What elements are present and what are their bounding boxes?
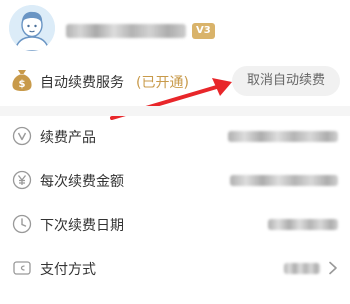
renewal-product-value-blurred — [228, 131, 338, 142]
avatar-icon — [9, 5, 55, 51]
next-renewal-date-label: 下次续费日期 — [40, 218, 124, 234]
renewal-amount-label: 每次续费金额 — [40, 174, 124, 190]
next-renewal-date-value-blurred — [268, 219, 338, 230]
cancel-auto-renewal-button[interactable]: 取消自动续费 — [232, 66, 340, 96]
payment-method-row[interactable]: 支付方式 — [0, 248, 350, 288]
renewal-amount-value-blurred — [230, 175, 338, 186]
chevron-right-icon[interactable] — [328, 261, 338, 275]
renewal-amount-row: 每次续费金额 — [0, 160, 350, 200]
payment-method-label: 支付方式 — [40, 262, 96, 278]
account-header: V3 — [0, 0, 350, 62]
renewal-product-label: 续费产品 — [40, 130, 96, 146]
clock-icon — [12, 214, 32, 234]
vip-level-badge: V3 — [192, 23, 215, 39]
wallet-icon — [13, 261, 31, 275]
svg-text:$: $ — [19, 79, 26, 90]
username-blurred — [66, 24, 186, 38]
payment-method-value-blurred — [284, 263, 320, 274]
avatar[interactable] — [9, 5, 55, 51]
money-bag-icon: $ — [12, 70, 32, 91]
yen-circle-icon — [12, 170, 32, 190]
renewal-product-row[interactable]: 续费产品 — [0, 116, 350, 156]
next-renewal-date-row: 下次续费日期 — [0, 204, 350, 244]
v-circle-icon — [12, 126, 32, 146]
section-divider — [0, 106, 350, 116]
